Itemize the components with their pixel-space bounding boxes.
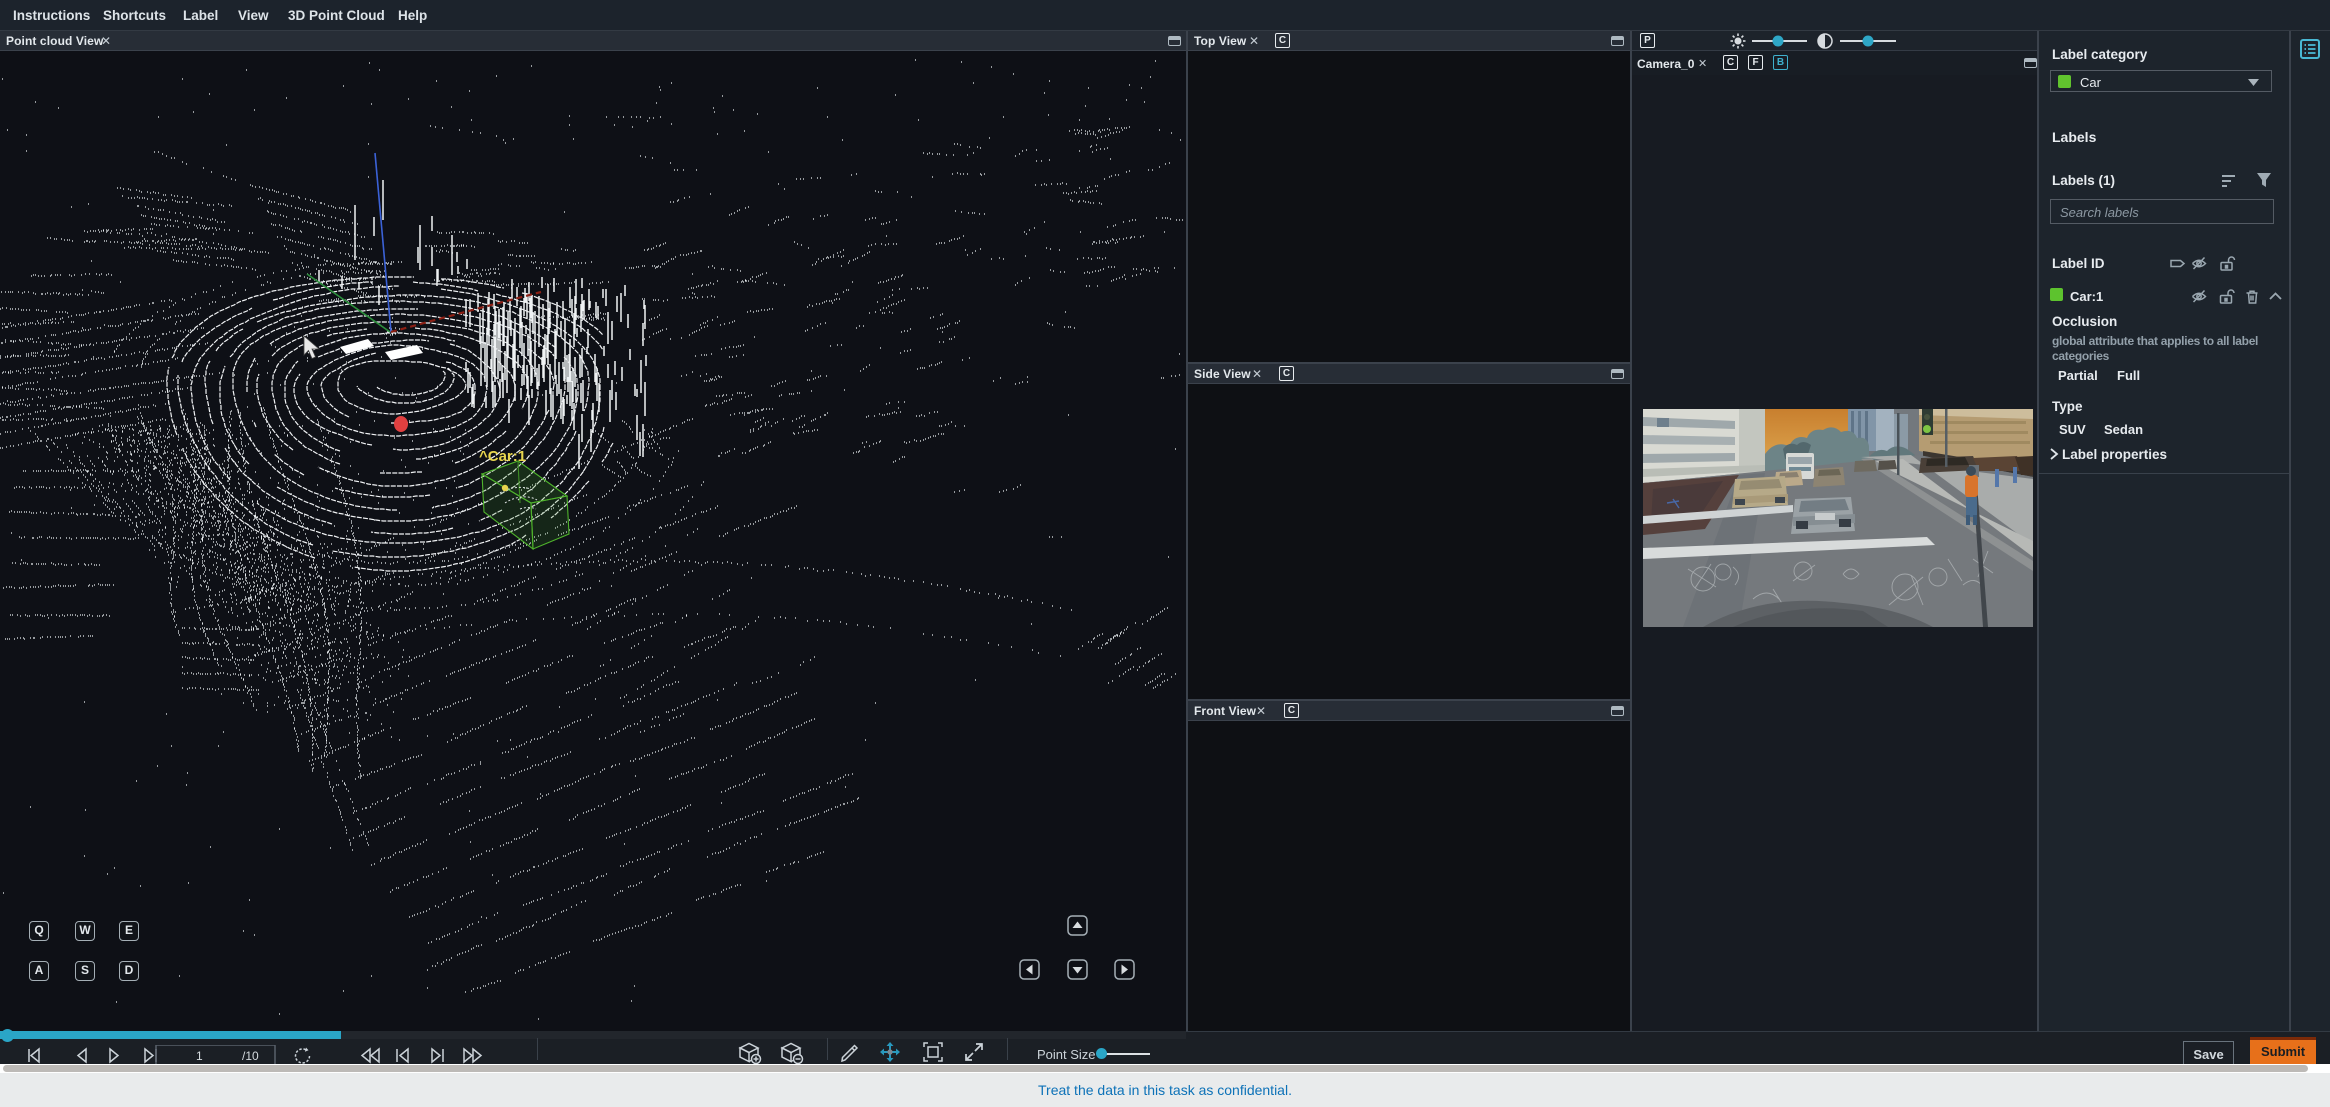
svg-text:^Car:1: ^Car:1 — [479, 448, 526, 465]
svg-text:/10: /10 — [242, 1049, 259, 1063]
svg-text:1: 1 — [196, 1049, 203, 1063]
